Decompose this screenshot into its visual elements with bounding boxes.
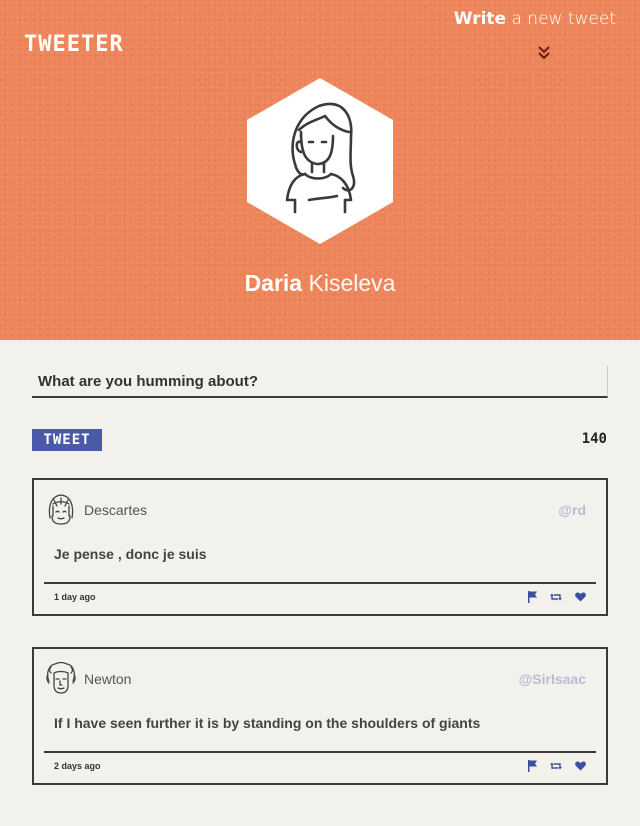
profile-header: TWEETER Write a new tweet Daria Kiseleva <box>0 0 640 340</box>
tweet-timestamp: 1 day ago <box>54 592 96 602</box>
profile-avatar <box>247 78 393 244</box>
flag-icon[interactable] <box>526 760 538 772</box>
tweet-author[interactable]: Descartes <box>84 502 147 518</box>
descartes-avatar-icon <box>48 494 74 525</box>
tweet-actions <box>526 760 586 772</box>
tweet-divider <box>44 751 596 753</box>
user-first-name: Daria <box>244 270 303 296</box>
compose-input[interactable] <box>32 366 607 396</box>
tweet-timestamp: 2 days ago <box>54 761 101 771</box>
tweet-card: Descartes @rd Je pense , donc je suis 1 … <box>32 478 608 616</box>
app-logo[interactable]: TWEETER <box>24 32 124 57</box>
retweet-icon[interactable] <box>550 760 562 772</box>
user-full-name: Daria Kiseleva <box>0 270 640 297</box>
heart-icon[interactable] <box>574 591 586 603</box>
chevron-double-down-icon[interactable] <box>537 45 551 61</box>
tweet-author[interactable]: Newton <box>84 671 131 687</box>
flag-icon[interactable] <box>526 591 538 603</box>
tweet-card: Newton @SirIsaac If I have seen further … <box>32 647 608 785</box>
user-last-name: Kiseleva <box>308 270 396 296</box>
compose-box <box>32 366 608 398</box>
tweet-handle[interactable]: @rd <box>558 502 586 518</box>
tweet-handle[interactable]: @SirIsaac <box>519 671 586 687</box>
heart-icon[interactable] <box>574 760 586 772</box>
tweet-actions <box>526 591 586 603</box>
write-link-bold: Write <box>453 9 507 29</box>
write-new-tweet-link[interactable]: Write a new tweet <box>454 9 616 29</box>
retweet-icon[interactable] <box>550 591 562 603</box>
char-counter: 140 <box>581 431 607 447</box>
tweet-divider <box>44 582 596 584</box>
tweet-text: If I have seen further it is by standing… <box>54 715 481 731</box>
tweet-button[interactable]: TWEET <box>32 429 102 451</box>
write-link-rest: a new tweet <box>506 9 616 29</box>
tweet-text: Je pense , donc je suis <box>54 546 207 562</box>
newton-avatar-icon <box>46 661 76 694</box>
